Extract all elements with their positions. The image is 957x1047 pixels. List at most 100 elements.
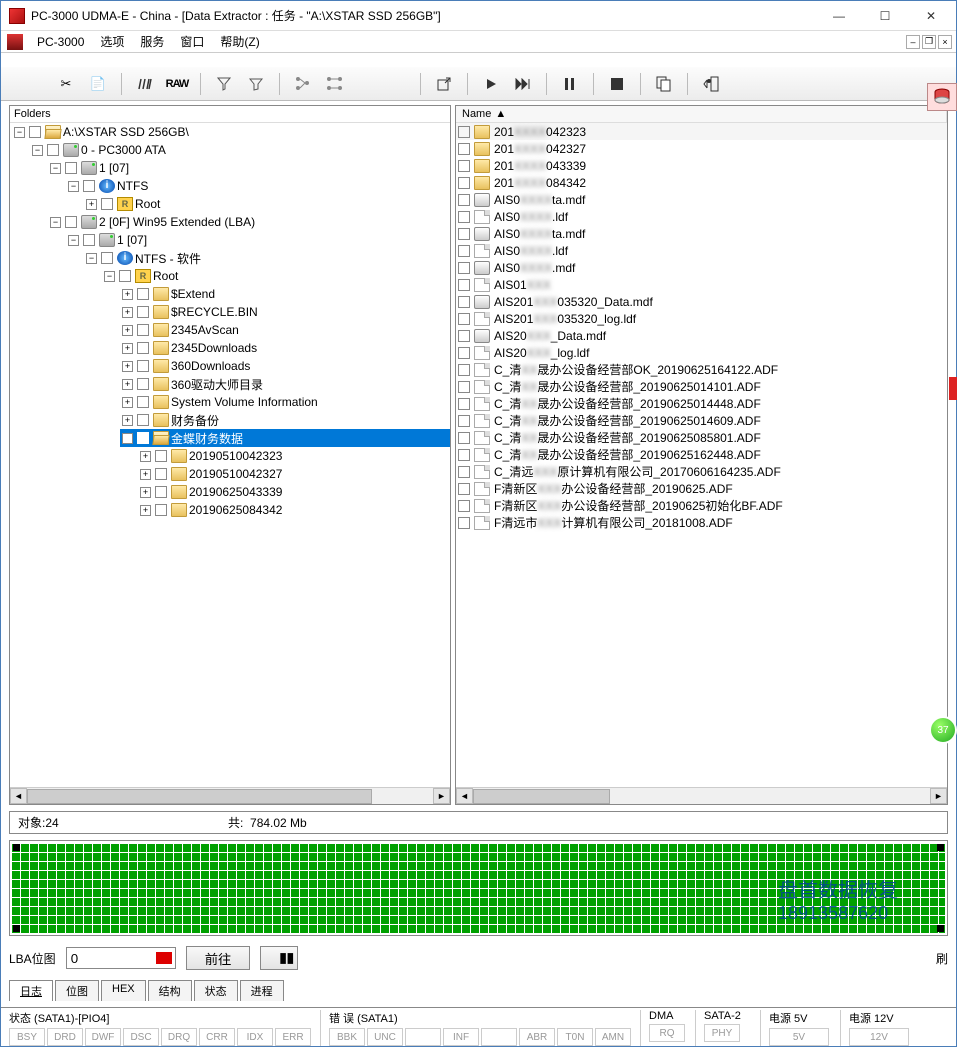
- expand-icon[interactable]: +: [140, 505, 151, 516]
- tree-item[interactable]: + 20190625043339: [138, 483, 450, 501]
- database-side-button[interactable]: [927, 83, 957, 111]
- menu-window[interactable]: 窗口: [174, 31, 210, 52]
- checkbox[interactable]: [137, 306, 149, 318]
- checkbox[interactable]: [458, 449, 470, 461]
- checkbox[interactable]: [155, 450, 167, 462]
- file-row[interactable]: 201XXXX042327: [456, 140, 947, 157]
- tab-struct[interactable]: 结构: [148, 980, 192, 1001]
- checkbox[interactable]: [458, 483, 470, 495]
- maximize-button[interactable]: ☐: [862, 2, 908, 30]
- expand-icon[interactable]: +: [122, 361, 133, 372]
- file-row[interactable]: AIS01XXX: [456, 276, 947, 293]
- checkbox[interactable]: [458, 364, 470, 376]
- expand-icon[interactable]: +: [140, 469, 151, 480]
- skip-button[interactable]: [508, 71, 538, 97]
- minimize-button[interactable]: ―: [816, 2, 862, 30]
- checkbox[interactable]: [458, 432, 470, 444]
- expand-icon[interactable]: +: [122, 343, 133, 354]
- expand-icon[interactable]: −: [86, 253, 97, 264]
- graph2-button[interactable]: [320, 71, 350, 97]
- tab-hex[interactable]: HEX: [101, 980, 146, 1001]
- tree-p21[interactable]: 1 [07]: [117, 233, 147, 247]
- checkbox[interactable]: [137, 288, 149, 300]
- expand-icon[interactable]: −: [104, 271, 115, 282]
- menu-app[interactable]: PC-3000: [31, 33, 90, 51]
- funnel-button[interactable]: [209, 71, 239, 97]
- tree-ntfs2[interactable]: NTFS - 软件: [135, 250, 201, 267]
- file-row[interactable]: F清远市XXX计算机有限公司_20181008.ADF: [456, 514, 947, 531]
- tree-item[interactable]: + 财务备份: [120, 411, 450, 429]
- close-button[interactable]: ✕: [908, 2, 954, 30]
- red-side-tab[interactable]: [949, 377, 957, 400]
- tree-item[interactable]: + 20190510042327: [138, 465, 450, 483]
- tree-p2[interactable]: 2 [0F] Win95 Extended (LBA): [99, 215, 255, 229]
- goto-button[interactable]: 前往: [186, 946, 251, 970]
- tree-root[interactable]: A:\XSTAR SSD 256GB\: [63, 125, 189, 139]
- checkbox[interactable]: [458, 466, 470, 478]
- raw-button[interactable]: RAW: [162, 71, 192, 97]
- file-row[interactable]: 201XXXX042323: [456, 123, 947, 140]
- checkbox[interactable]: [65, 162, 77, 174]
- checkbox[interactable]: [137, 432, 149, 444]
- checkbox[interactable]: [458, 245, 470, 257]
- export-button[interactable]: [429, 71, 459, 97]
- tree-item[interactable]: + 360驱动大师目录: [120, 375, 450, 393]
- file-row[interactable]: AIS0XXXXta.mdf: [456, 191, 947, 208]
- checkbox[interactable]: [458, 500, 470, 512]
- expand-icon[interactable]: +: [122, 397, 133, 408]
- filter-button[interactable]: [241, 71, 271, 97]
- menu-services[interactable]: 服务: [134, 31, 170, 52]
- checkbox[interactable]: [155, 486, 167, 498]
- mdi-restore-button[interactable]: ❐: [922, 35, 936, 49]
- tree-ntfs1[interactable]: NTFS: [117, 179, 148, 193]
- tree-item[interactable]: + System Volume Information: [120, 393, 450, 411]
- file-row[interactable]: C_清XX晟办公设备经营部_20190625014448.ADF: [456, 395, 947, 412]
- checkbox[interactable]: [83, 234, 95, 246]
- file-row[interactable]: AIS0XXXX.mdf: [456, 259, 947, 276]
- checkbox[interactable]: [458, 517, 470, 529]
- checkbox[interactable]: [458, 160, 470, 172]
- checkbox[interactable]: [29, 126, 41, 138]
- file-row[interactable]: AIS20XXX_Data.mdf: [456, 327, 947, 344]
- expand-icon[interactable]: −: [68, 181, 79, 192]
- checkbox[interactable]: [137, 324, 149, 336]
- checkbox[interactable]: [458, 228, 470, 240]
- tree-ata[interactable]: 0 - PC3000 ATA: [81, 143, 166, 157]
- tree-root2[interactable]: Root: [153, 269, 178, 283]
- tab-log[interactable]: 日志: [9, 980, 53, 1001]
- expand-icon[interactable]: +: [122, 289, 133, 300]
- checkbox[interactable]: [458, 347, 470, 359]
- checkbox[interactable]: [65, 216, 77, 228]
- file-row[interactable]: 201XXXX043339: [456, 157, 947, 174]
- checkbox[interactable]: [137, 396, 149, 408]
- checkbox[interactable]: [458, 211, 470, 223]
- tree-item[interactable]: + 2345AvScan: [120, 321, 450, 339]
- tree-item[interactable]: + $Extend: [120, 285, 450, 303]
- stop-button[interactable]: [602, 71, 632, 97]
- expand-icon[interactable]: −: [50, 217, 61, 228]
- column-name[interactable]: Name▲: [456, 106, 947, 122]
- tree-root1[interactable]: Root: [135, 197, 160, 211]
- checkbox[interactable]: [458, 262, 470, 274]
- file-row[interactable]: AIS201XXX035320_log.ldf: [456, 310, 947, 327]
- checkbox[interactable]: [458, 143, 470, 155]
- refresh-label[interactable]: 刷: [936, 950, 948, 967]
- expand-icon[interactable]: −: [32, 145, 43, 156]
- checkbox[interactable]: [137, 360, 149, 372]
- files-hscrollbar[interactable]: ◄►: [456, 787, 947, 804]
- tree-item[interactable]: − 金蝶财务数据: [120, 429, 450, 447]
- expand-icon[interactable]: +: [122, 415, 133, 426]
- checkbox[interactable]: [101, 252, 113, 264]
- tree-item[interactable]: + 20190510042323: [138, 447, 450, 465]
- folders-hscrollbar[interactable]: ◄►: [10, 787, 450, 804]
- expand-icon[interactable]: +: [122, 307, 133, 318]
- mdi-minimize-button[interactable]: –: [906, 35, 920, 49]
- checkbox[interactable]: [458, 415, 470, 427]
- checkbox[interactable]: [119, 270, 131, 282]
- expand-icon[interactable]: −: [14, 127, 25, 138]
- checkbox[interactable]: [458, 126, 470, 138]
- tree-item[interactable]: + 20190625084342: [138, 501, 450, 519]
- checkbox[interactable]: [458, 194, 470, 206]
- checkbox[interactable]: [458, 330, 470, 342]
- checkbox[interactable]: [101, 198, 113, 210]
